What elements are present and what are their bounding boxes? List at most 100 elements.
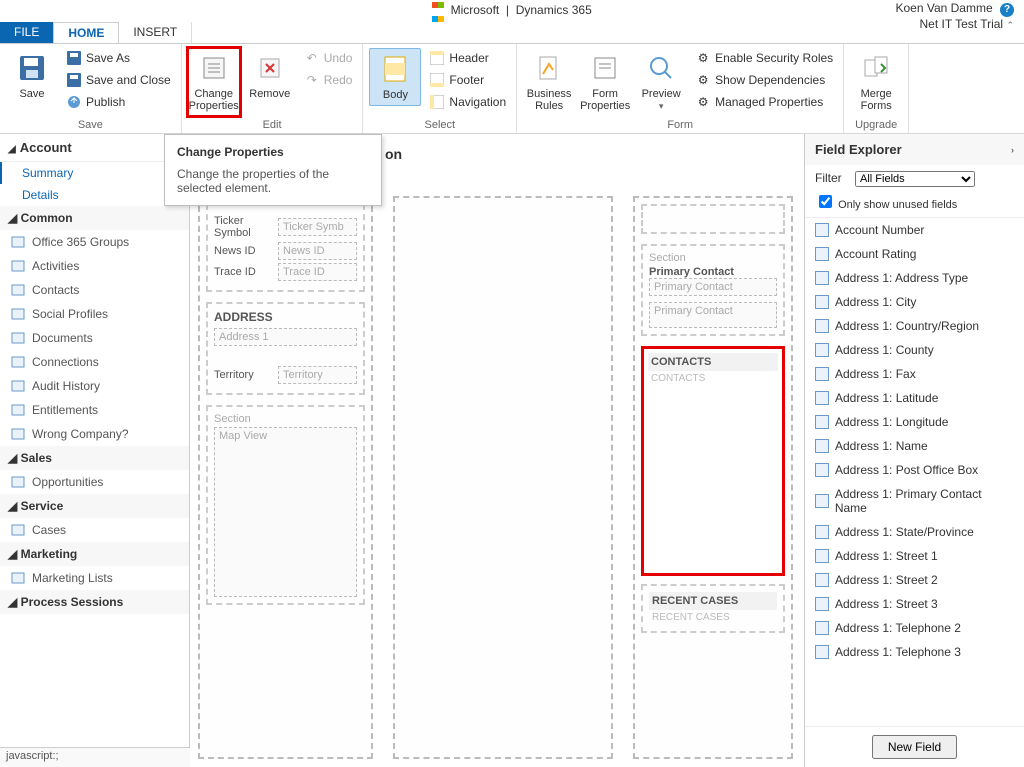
nav-common-activities[interactable]: Activities bbox=[0, 254, 189, 278]
group-label-save: Save bbox=[6, 117, 175, 133]
nav-common-h[interactable]: ◢ Common bbox=[0, 206, 189, 230]
field-item[interactable]: Account Rating bbox=[805, 242, 1024, 266]
nav-summary[interactable]: Summary bbox=[0, 162, 189, 184]
field-territory[interactable]: Territory bbox=[278, 366, 357, 384]
contacts-header: CONTACTS bbox=[648, 353, 778, 371]
tab-home[interactable]: HOME bbox=[53, 22, 119, 43]
nav-sales-h[interactable]: ◢ Sales bbox=[0, 446, 189, 470]
org-chevron-icon[interactable]: ⌃ bbox=[1006, 20, 1014, 30]
body-button[interactable]: Body bbox=[369, 48, 421, 106]
field-news-label: News ID bbox=[214, 245, 274, 257]
canvas-col-1[interactable]: Ticker SymbolTicker Symb News IDNews ID … bbox=[198, 196, 373, 759]
canvas-col-3[interactable]: Section Primary Contact Primary Contact … bbox=[633, 196, 793, 759]
nav-common-documents[interactable]: Documents bbox=[0, 326, 189, 350]
field-item[interactable]: Address 1: Telephone 2 bbox=[805, 616, 1024, 640]
redo-icon: ↷ bbox=[304, 72, 320, 88]
security-roles-button[interactable]: ⚙Enable Security Roles bbox=[691, 48, 837, 68]
field-item[interactable]: Address 1: Address Type bbox=[805, 266, 1024, 290]
field-item[interactable]: Address 1: State/Province bbox=[805, 520, 1024, 544]
canvas-col-2[interactable] bbox=[393, 196, 613, 759]
chevron-right-icon[interactable]: › bbox=[1011, 145, 1014, 155]
ribbon-group-select: Body Header Footer Navigation Select bbox=[363, 44, 517, 133]
dependencies-button[interactable]: ⚙Show Dependencies bbox=[691, 70, 837, 90]
nav-common-wrong-company-[interactable]: Wrong Company? bbox=[0, 422, 189, 446]
save-as-button[interactable]: Save As bbox=[62, 48, 175, 68]
field-ticker[interactable]: Ticker Symb bbox=[278, 218, 357, 236]
field-item[interactable]: Address 1: Country/Region bbox=[805, 314, 1024, 338]
help-icon[interactable]: ? bbox=[1000, 3, 1014, 17]
header-button[interactable]: Header bbox=[425, 48, 510, 68]
tab-file[interactable]: FILE bbox=[0, 22, 53, 43]
nav-service-h[interactable]: ◢ Service bbox=[0, 494, 189, 518]
nav-item-icon bbox=[10, 474, 26, 490]
field-list[interactable]: Account NumberAccount RatingAddress 1: A… bbox=[805, 218, 1024, 726]
redo-button[interactable]: ↷Redo bbox=[300, 70, 357, 90]
merge-forms-button[interactable]: Merge Forms bbox=[850, 48, 902, 116]
nav-marketing-h[interactable]: ◢ Marketing bbox=[0, 542, 189, 566]
publish-button[interactable]: Publish bbox=[62, 92, 175, 112]
filter-select[interactable]: All Fields bbox=[855, 171, 975, 187]
left-nav: ◢Account Summary Details ◢ Common Office… bbox=[0, 134, 190, 767]
tooltip-desc: Change the properties of the selected el… bbox=[177, 167, 369, 195]
nav-process-h[interactable]: ◢ Process Sessions bbox=[0, 590, 189, 614]
field-item[interactable]: Address 1: County bbox=[805, 338, 1024, 362]
field-primary-contact-2[interactable]: Primary Contact bbox=[649, 302, 777, 328]
field-item[interactable]: Address 1: Latitude bbox=[805, 386, 1024, 410]
field-icon bbox=[815, 223, 829, 237]
field-item[interactable]: Account Number bbox=[805, 218, 1024, 242]
section-generic: Section bbox=[214, 413, 357, 425]
field-item[interactable]: Address 1: Street 2 bbox=[805, 568, 1024, 592]
form-properties-button[interactable]: Form Properties bbox=[579, 48, 631, 116]
nav-common-audit-history[interactable]: Audit History bbox=[0, 374, 189, 398]
save-as-icon bbox=[66, 50, 82, 66]
field-item[interactable]: Address 1: Post Office Box bbox=[805, 458, 1024, 482]
field-item[interactable]: Address 1: Street 3 bbox=[805, 592, 1024, 616]
preview-label: Preview bbox=[642, 88, 681, 100]
nav-common-connections[interactable]: Connections bbox=[0, 350, 189, 374]
nav-common-office-365-groups[interactable]: Office 365 Groups bbox=[0, 230, 189, 254]
ribbon-group-save: Save Save As Save and Close Publish Save bbox=[0, 44, 182, 133]
new-field-button[interactable]: New Field bbox=[872, 735, 957, 759]
nav-common-contacts[interactable]: Contacts bbox=[0, 278, 189, 302]
tab-insert[interactable]: INSERT bbox=[119, 22, 192, 43]
field-address1[interactable]: Address 1 bbox=[214, 328, 357, 346]
nav-common-entitlements[interactable]: Entitlements bbox=[0, 398, 189, 422]
remove-button[interactable]: Remove bbox=[244, 48, 296, 104]
nav-heading-account[interactable]: ◢Account bbox=[0, 134, 189, 162]
undo-button[interactable]: ↶Undo bbox=[300, 48, 357, 68]
form-canvas[interactable]: on Ticker SymbolTicker Symb News IDNews … bbox=[190, 134, 804, 767]
save-close-button[interactable]: Save and Close bbox=[62, 70, 175, 90]
business-rules-button[interactable]: Business Rules bbox=[523, 48, 575, 116]
nav-item-icon bbox=[10, 258, 26, 274]
brand: Microsoft | Dynamics 365 bbox=[432, 0, 592, 25]
nav-common-social-profiles[interactable]: Social Profiles bbox=[0, 302, 189, 326]
unused-checkbox-row[interactable]: Only show unused fields bbox=[815, 192, 1014, 211]
nav-sales-opportunities[interactable]: Opportunities bbox=[0, 470, 189, 494]
body-label: Body bbox=[383, 89, 408, 101]
field-item[interactable]: Address 1: Telephone 3 bbox=[805, 640, 1024, 664]
contacts-section[interactable]: CONTACTS CONTACTS bbox=[641, 346, 785, 576]
field-trace[interactable]: Trace ID bbox=[278, 263, 357, 281]
nav-item-icon bbox=[10, 306, 26, 322]
field-primary-contact[interactable]: Primary Contact bbox=[649, 278, 777, 296]
nav-details[interactable]: Details bbox=[0, 184, 189, 206]
unused-checkbox[interactable] bbox=[819, 195, 832, 208]
preview-button[interactable]: Preview ▾ bbox=[635, 48, 687, 116]
change-properties-button[interactable]: Change Properties bbox=[188, 48, 240, 116]
field-item[interactable]: Address 1: Primary Contact Name bbox=[805, 482, 1024, 520]
group-label-edit: Edit bbox=[188, 117, 357, 133]
footer-button[interactable]: Footer bbox=[425, 70, 510, 90]
save-button[interactable]: Save bbox=[6, 48, 58, 104]
field-item[interactable]: Address 1: Longitude bbox=[805, 410, 1024, 434]
field-item[interactable]: Address 1: Name bbox=[805, 434, 1024, 458]
field-item[interactable]: Address 1: Street 1 bbox=[805, 544, 1024, 568]
field-map-view[interactable]: Map View bbox=[214, 427, 357, 597]
navigation-button[interactable]: Navigation bbox=[425, 92, 510, 112]
nav-service-cases[interactable]: Cases bbox=[0, 518, 189, 542]
field-news[interactable]: News ID bbox=[278, 242, 357, 260]
managed-props-button[interactable]: ⚙Managed Properties bbox=[691, 92, 837, 112]
nav-marketing-marketing-lists[interactable]: Marketing Lists bbox=[0, 566, 189, 590]
field-item[interactable]: Address 1: Fax bbox=[805, 362, 1024, 386]
field-explorer-filter: Filter All Fields Only show unused field… bbox=[805, 165, 1024, 218]
field-item[interactable]: Address 1: City bbox=[805, 290, 1024, 314]
